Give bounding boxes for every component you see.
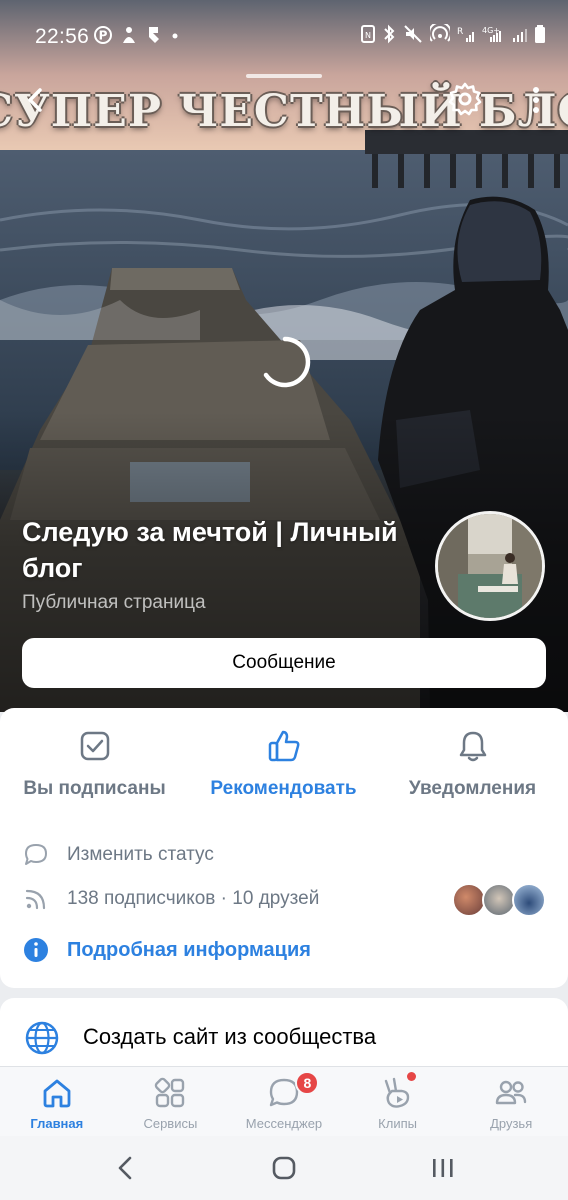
action-subscribed-label: Вы подписаны bbox=[23, 778, 166, 799]
status-bar: 22:56 P N R 4G+ bbox=[0, 0, 568, 72]
home-icon bbox=[43, 1079, 71, 1108]
action-recommend[interactable]: Рекомендовать bbox=[189, 728, 378, 808]
bell-icon bbox=[459, 731, 486, 762]
dot-icon bbox=[170, 25, 180, 50]
avatar bbox=[452, 883, 486, 917]
app-icon bbox=[146, 25, 162, 50]
details-link: Подробная информация bbox=[67, 938, 311, 961]
rss-icon bbox=[25, 889, 46, 910]
svg-text:R: R bbox=[457, 27, 463, 37]
svg-text:N: N bbox=[365, 31, 371, 40]
status-row[interactable]: Изменить статус bbox=[22, 841, 214, 869]
status-label: Изменить статус bbox=[67, 844, 214, 865]
bluetooth-icon bbox=[382, 24, 396, 48]
signal-icon bbox=[513, 24, 527, 48]
svg-text:P: P bbox=[99, 29, 108, 43]
chevron-left-icon bbox=[118, 1156, 132, 1180]
tab-messenger-label: Мессенджер bbox=[245, 1116, 323, 1131]
speech-bubble-icon bbox=[25, 844, 47, 865]
details-row[interactable]: Подробная информация bbox=[22, 936, 311, 964]
more-vertical-icon bbox=[533, 87, 539, 113]
tab-clips[interactable]: Клипы bbox=[341, 1067, 455, 1136]
home-circle-icon bbox=[272, 1156, 296, 1180]
tab-friends[interactable]: Друзья bbox=[454, 1067, 568, 1136]
globe-icon bbox=[25, 1021, 59, 1055]
thumbs-up-icon bbox=[268, 730, 299, 762]
check-square-icon bbox=[80, 731, 109, 761]
messenger-badge: 8 bbox=[295, 1071, 320, 1095]
screen: 22:56 P N R 4G+ УПЕР ЧЕСТНЫЙ БЛ Следую з… bbox=[0, 0, 568, 1200]
recents-icon bbox=[433, 1159, 453, 1177]
action-notifications-label: Уведомления bbox=[408, 778, 537, 799]
status-left-icons: P bbox=[94, 25, 180, 50]
notification-icon bbox=[120, 25, 138, 50]
info-icon bbox=[24, 938, 48, 962]
settings-button[interactable] bbox=[446, 80, 484, 118]
group-avatar[interactable] bbox=[435, 511, 545, 621]
tab-clips-label: Клипы bbox=[378, 1116, 417, 1131]
system-back-button[interactable] bbox=[112, 1154, 140, 1187]
info-card: Вы подписаны Рекомендовать Уведомления И… bbox=[0, 708, 568, 988]
message-button[interactable]: Сообщение bbox=[22, 638, 546, 688]
tab-friends-label: Друзья bbox=[490, 1116, 533, 1131]
action-notifications[interactable]: Уведомления bbox=[378, 728, 567, 808]
friends-icon bbox=[495, 1080, 527, 1105]
tab-services-label: Сервисы bbox=[143, 1116, 198, 1131]
system-recents-button[interactable] bbox=[428, 1154, 458, 1187]
services-icon bbox=[155, 1077, 185, 1108]
avatar bbox=[512, 883, 546, 917]
signal-r-icon: R bbox=[457, 24, 475, 48]
tab-messenger[interactable]: 8 Мессенджер bbox=[227, 1067, 341, 1136]
bottom-tab-bar: Главная Сервисы 8 Мессенджер Клипы Друзь… bbox=[0, 1066, 568, 1136]
status-right-icons: N R 4G+ bbox=[361, 21, 546, 48]
back-button[interactable] bbox=[18, 82, 54, 118]
tab-home[interactable]: Главная bbox=[0, 1067, 114, 1136]
avatar-photo bbox=[438, 514, 542, 618]
clips-new-dot bbox=[406, 1072, 416, 1081]
cover-image: 22:56 P N R 4G+ УПЕР ЧЕСТНЫЙ БЛ Следую з… bbox=[0, 0, 568, 712]
action-subscribed[interactable]: Вы подписаны bbox=[0, 728, 189, 808]
battery-icon bbox=[534, 24, 546, 48]
friend-avatars[interactable] bbox=[452, 883, 546, 917]
mute-icon bbox=[403, 24, 423, 48]
more-button[interactable] bbox=[522, 82, 550, 118]
nfc-icon: N bbox=[361, 24, 375, 48]
back-arrow-icon bbox=[28, 88, 42, 112]
action-recommend-label: Рекомендовать bbox=[210, 778, 357, 799]
create-site-label: Создать сайт из сообщества bbox=[83, 1024, 377, 1049]
loading-spinner-icon bbox=[256, 333, 314, 391]
status-time: 22:56 bbox=[35, 25, 90, 48]
hotspot-icon bbox=[428, 21, 452, 48]
subscribers-label: 138 подписчиков · 10 друзей bbox=[67, 888, 320, 909]
system-home-button[interactable] bbox=[270, 1154, 298, 1187]
drag-handle[interactable] bbox=[246, 74, 322, 78]
group-title: Следую за мечтой | Личный блог bbox=[22, 517, 398, 583]
pinterest-icon: P bbox=[94, 26, 112, 49]
action-row: Вы подписаны Рекомендовать Уведомления bbox=[0, 728, 568, 808]
system-navigation-bar bbox=[0, 1136, 568, 1200]
subscribers-row[interactable]: 138 подписчиков · 10 друзей bbox=[22, 885, 319, 913]
avatar bbox=[482, 883, 516, 917]
4g-signal-icon: 4G+ bbox=[482, 24, 506, 48]
gear-icon bbox=[448, 82, 482, 116]
tab-home-label: Главная bbox=[30, 1116, 84, 1131]
group-type: Публичная страница bbox=[22, 592, 206, 613]
tab-services[interactable]: Сервисы bbox=[114, 1067, 228, 1136]
